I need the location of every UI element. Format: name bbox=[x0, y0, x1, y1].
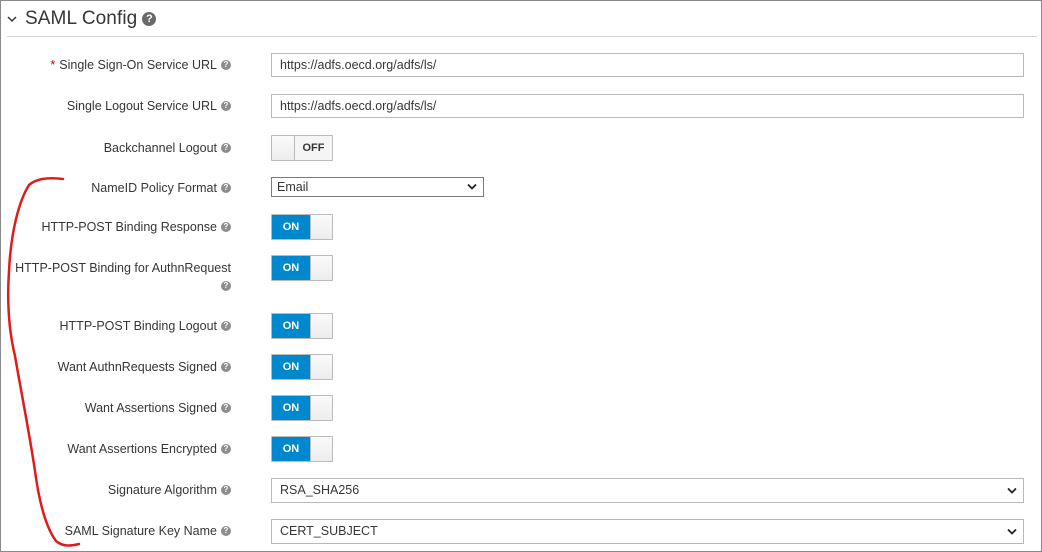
toggle-state: ON bbox=[272, 256, 310, 280]
section-title: SAML Config bbox=[25, 8, 138, 29]
toggle-state: ON bbox=[272, 355, 310, 379]
help-icon[interactable]: ? bbox=[142, 12, 157, 26]
help-icon[interactable]: ? bbox=[221, 320, 231, 331]
chevron-down-icon[interactable] bbox=[5, 12, 19, 26]
toggle-knob bbox=[310, 314, 332, 338]
sso-url-input[interactable]: https://adfs.oecd.org/adfs/ls/ bbox=[271, 53, 1024, 77]
backchannel-toggle[interactable]: OFF bbox=[271, 135, 333, 161]
toggle-knob bbox=[310, 355, 332, 379]
caret-down-icon bbox=[467, 183, 477, 190]
caret-down-icon bbox=[1007, 487, 1017, 494]
help-icon[interactable]: ? bbox=[221, 182, 231, 193]
slo-url-label: Single Logout Service URL? bbox=[5, 97, 231, 115]
toggle-knob bbox=[272, 136, 295, 160]
help-icon[interactable]: ? bbox=[221, 59, 231, 70]
toggle-knob bbox=[310, 437, 332, 461]
help-icon[interactable]: ? bbox=[221, 280, 231, 291]
section-divider bbox=[7, 36, 1037, 37]
assert-signed-toggle[interactable]: ON bbox=[271, 395, 333, 421]
required-marker: * bbox=[50, 58, 56, 72]
sig-alg-value: RSA_SHA256 bbox=[280, 483, 360, 497]
assert-signed-label: Want Assertions Signed? bbox=[5, 399, 231, 417]
nameid-label: NameID Policy Format? bbox=[5, 179, 231, 197]
authn-signed-label: Want AuthnRequests Signed? bbox=[5, 358, 231, 376]
sig-key-label: SAML Signature Key Name? bbox=[5, 522, 231, 540]
post-authn-toggle[interactable]: ON bbox=[271, 255, 333, 281]
toggle-knob bbox=[310, 256, 332, 280]
toggle-state: OFF bbox=[295, 136, 332, 160]
post-logout-toggle[interactable]: ON bbox=[271, 313, 333, 339]
help-icon[interactable]: ? bbox=[221, 142, 231, 153]
toggle-state: ON bbox=[272, 437, 310, 461]
help-icon[interactable]: ? bbox=[221, 443, 231, 454]
toggle-knob bbox=[310, 215, 332, 239]
assert-encrypted-label: Want Assertions Encrypted? bbox=[5, 440, 231, 458]
help-icon[interactable]: ? bbox=[221, 525, 231, 536]
nameid-select[interactable]: Email bbox=[271, 177, 484, 197]
help-icon[interactable]: ? bbox=[221, 221, 231, 232]
sig-alg-select[interactable]: RSA_SHA256 bbox=[271, 478, 1024, 503]
sig-key-value: CERT_SUBJECT bbox=[280, 524, 378, 538]
post-logout-label: HTTP-POST Binding Logout? bbox=[5, 317, 231, 335]
toggle-state: ON bbox=[272, 396, 310, 420]
sig-alg-label: Signature Algorithm? bbox=[5, 481, 231, 499]
nameid-value: Email bbox=[277, 180, 309, 194]
section-header[interactable]: SAML Config ? bbox=[5, 3, 1035, 35]
toggle-knob bbox=[310, 396, 332, 420]
toggle-state: ON bbox=[272, 314, 310, 338]
saml-config-panel: SAML Config ? * Single Sign-On Service UR… bbox=[0, 0, 1042, 552]
sig-key-select[interactable]: CERT_SUBJECT bbox=[271, 519, 1024, 544]
caret-down-icon bbox=[1007, 528, 1017, 535]
toggle-state: ON bbox=[272, 215, 310, 239]
post-authn-label: HTTP-POST Binding for AuthnRequest? bbox=[15, 261, 231, 291]
post-response-label: HTTP-POST Binding Response? bbox=[5, 218, 231, 236]
post-response-toggle[interactable]: ON bbox=[271, 214, 333, 240]
authn-signed-toggle[interactable]: ON bbox=[271, 354, 333, 380]
help-icon[interactable]: ? bbox=[221, 361, 231, 372]
backchannel-label: Backchannel Logout? bbox=[5, 139, 231, 157]
help-icon[interactable]: ? bbox=[221, 100, 231, 111]
slo-url-input[interactable]: https://adfs.oecd.org/adfs/ls/ bbox=[271, 94, 1024, 118]
assert-encrypted-toggle[interactable]: ON bbox=[271, 436, 333, 462]
help-icon[interactable]: ? bbox=[221, 402, 231, 413]
help-icon[interactable]: ? bbox=[221, 484, 231, 495]
sso-url-label: * Single Sign-On Service URL? bbox=[5, 56, 231, 74]
